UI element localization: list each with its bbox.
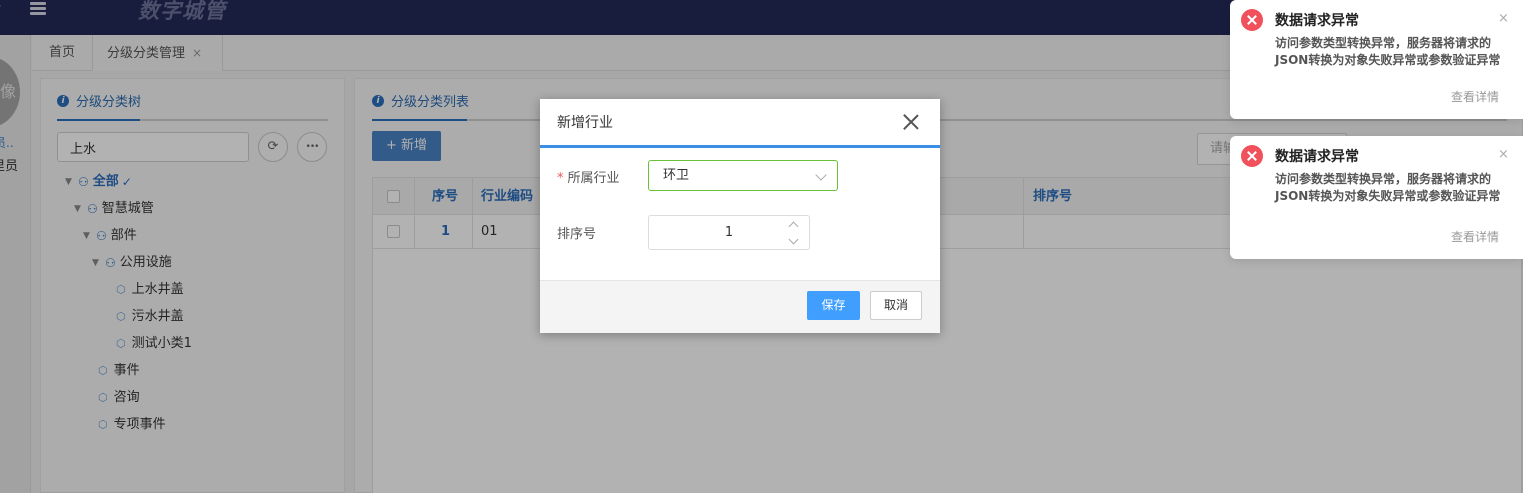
sort-field-label: 排序号 <box>557 227 597 242</box>
close-icon[interactable] <box>900 112 922 134</box>
save-button[interactable]: 保存 <box>807 291 860 320</box>
notification-title: 数据请求异常 <box>1275 149 1359 165</box>
dialog-header: 新增行业 <box>540 99 940 148</box>
increment-icon[interactable] <box>788 221 799 232</box>
sort-number-stepper[interactable]: 1 <box>648 215 810 250</box>
dialog-title: 新增行业 <box>557 115 613 131</box>
dialog-footer: 保存 取消 <box>540 280 940 333</box>
error-notification: 数据请求异常 × 访问参数类型转换异常，服务器将请求的JSON转换为对象失败异常… <box>1230 136 1523 259</box>
notification-close-icon[interactable]: × <box>1498 147 1509 162</box>
view-details-link[interactable]: 查看详情 <box>1451 228 1499 245</box>
add-industry-dialog: 新增行业 * 所属行业 环卫 排序号 1 保存 取消 <box>540 99 940 333</box>
sort-number-value: 1 <box>724 225 734 240</box>
notification-message: 访问参数类型转换异常，服务器将请求的JSON转换为对象失败异常或参数验证异常 <box>1275 172 1501 203</box>
view-details-link[interactable]: 查看详情 <box>1451 88 1499 105</box>
cancel-button[interactable]: 取消 <box>870 291 922 320</box>
error-notification: 数据请求异常 × 访问参数类型转换异常，服务器将请求的JSON转换为对象失败异常… <box>1230 0 1523 119</box>
industry-label-text: 所属行业 <box>567 171 620 186</box>
industry-select-value: 环卫 <box>663 168 690 183</box>
chevron-down-icon <box>815 169 827 181</box>
industry-select[interactable]: 环卫 <box>648 160 838 191</box>
error-icon <box>1241 145 1263 167</box>
notification-title: 数据请求异常 <box>1275 13 1359 29</box>
required-mark: * <box>557 171 564 186</box>
error-icon <box>1241 9 1263 31</box>
industry-field-label: * 所属行业 <box>557 167 620 186</box>
notification-message: 访问参数类型转换异常，服务器将请求的JSON转换为对象失败异常或参数验证异常 <box>1275 36 1501 67</box>
decrement-icon[interactable] <box>788 234 799 245</box>
notification-close-icon[interactable]: × <box>1498 11 1509 26</box>
